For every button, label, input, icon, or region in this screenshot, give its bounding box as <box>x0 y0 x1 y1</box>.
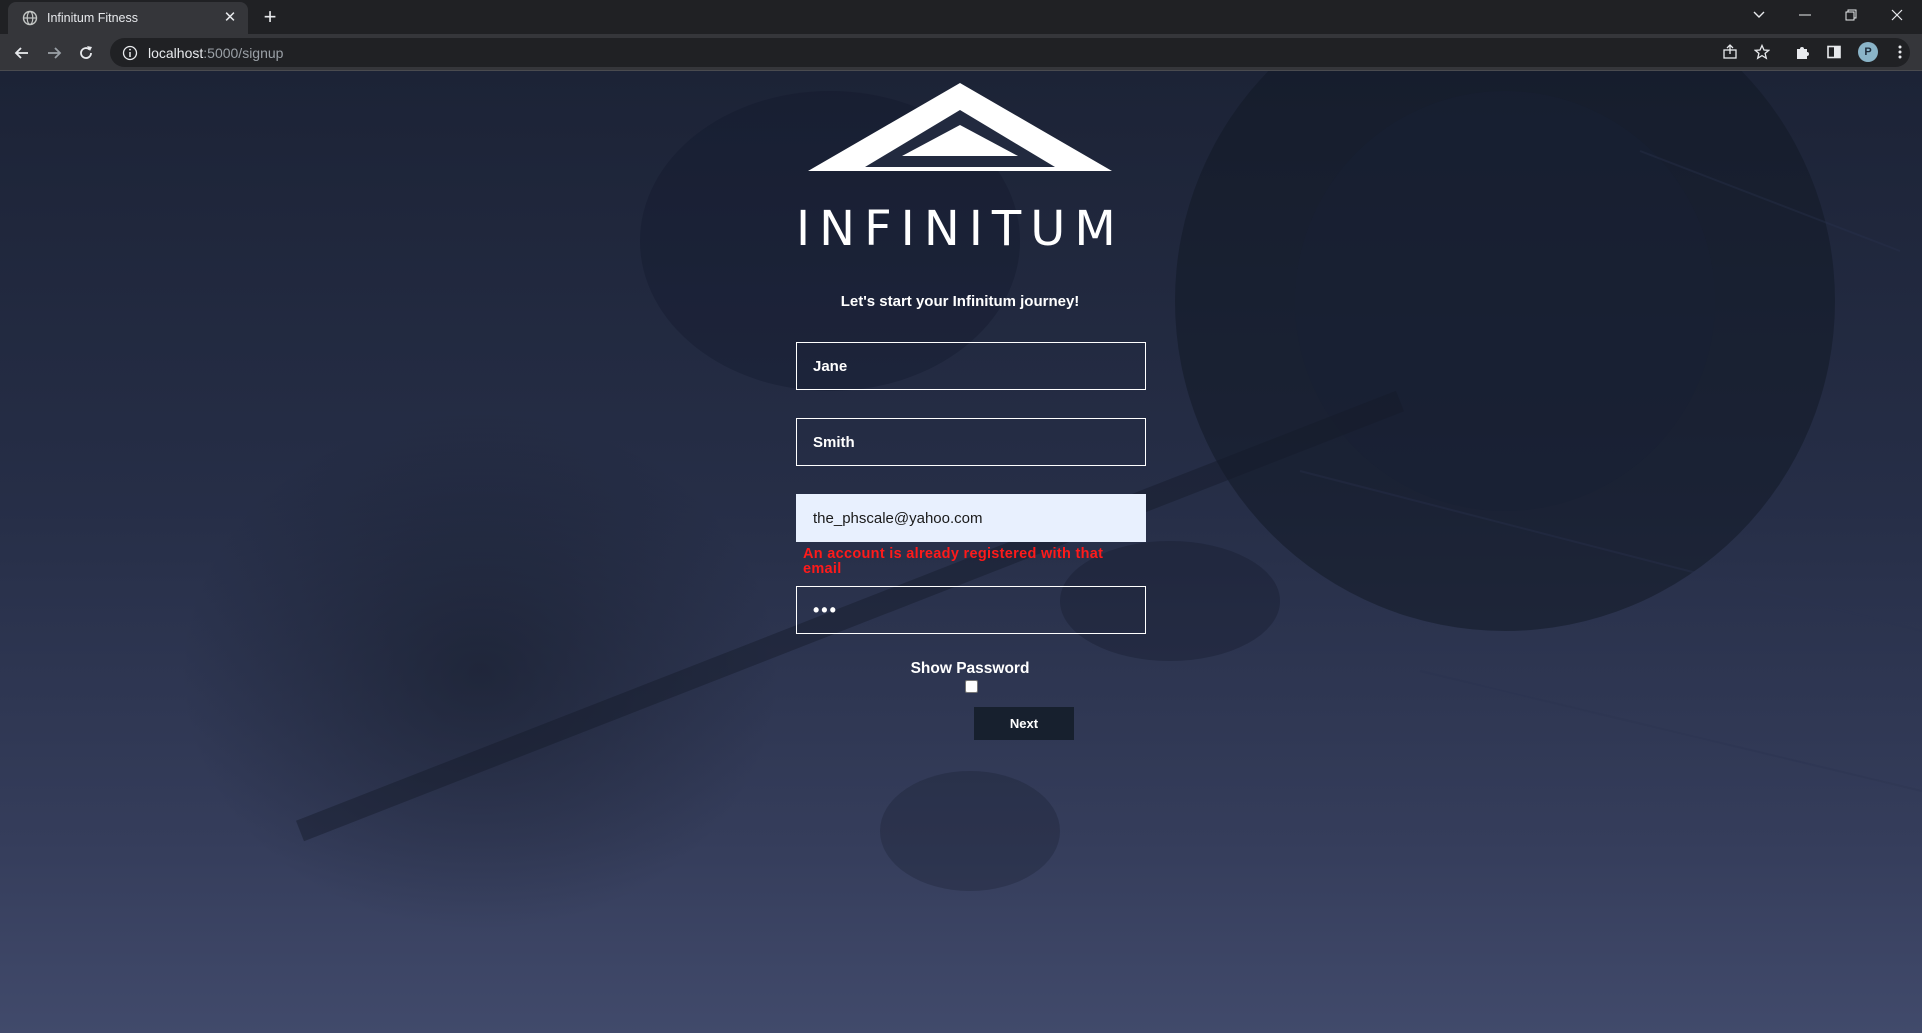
url-host: localhost <box>148 44 204 61</box>
info-icon[interactable] <box>122 45 138 61</box>
logo-triangle-icon <box>808 83 1112 171</box>
minimize-button[interactable] <box>1782 0 1828 30</box>
first-name-field[interactable]: Jane <box>796 342 1146 390</box>
signup-container: INFINITUM Let's start your Infinitum jou… <box>0 71 1922 1033</box>
extensions-icon[interactable] <box>1792 42 1812 62</box>
globe-icon <box>22 10 38 26</box>
forward-button[interactable] <box>40 39 68 67</box>
reload-button[interactable] <box>72 39 100 67</box>
browser-tab-strip: Infinitum Fitness ✕ + <box>0 0 1922 34</box>
close-tab-icon[interactable]: ✕ <box>222 10 238 26</box>
profile-avatar[interactable]: P <box>1858 42 1878 62</box>
signup-tagline: Let's start your Infinitum journey! <box>840 293 1080 310</box>
browser-toolbar: localhost:5000/signup P <box>0 34 1922 71</box>
bookmark-star-icon[interactable] <box>1752 42 1772 62</box>
share-icon[interactable] <box>1720 42 1740 62</box>
password-field[interactable]: ••• <box>796 586 1146 634</box>
tab-search-icon[interactable] <box>1736 0 1782 30</box>
last-name-field[interactable]: Smith <box>796 418 1146 466</box>
arrow-left-icon <box>14 47 28 59</box>
restore-button[interactable] <box>1828 0 1874 30</box>
new-tab-button[interactable]: + <box>258 6 282 30</box>
page-viewport: INFINITUM Let's start your Infinitum jou… <box>0 71 1922 1033</box>
side-panel-icon[interactable] <box>1824 42 1844 62</box>
close-window-button[interactable] <box>1874 0 1920 30</box>
browser-tab[interactable]: Infinitum Fitness ✕ <box>8 2 248 34</box>
tab-title: Infinitum Fitness <box>47 11 139 25</box>
reload-icon <box>80 46 92 59</box>
show-password-checkbox[interactable] <box>965 680 978 693</box>
show-password-label: Show Password <box>910 660 1030 677</box>
next-button[interactable]: Next <box>974 707 1074 740</box>
brand-wordmark: INFINITUM <box>796 201 1125 257</box>
back-button[interactable] <box>8 39 36 67</box>
url-path: :5000/signup <box>203 44 284 61</box>
arrow-right-icon <box>48 47 62 59</box>
menu-kebab-icon[interactable] <box>1890 42 1910 62</box>
address-bar[interactable]: localhost:5000/signup <box>110 38 1910 67</box>
email-field[interactable]: the_phscale@yahoo.com <box>796 494 1146 542</box>
email-error-message: An account is already registered with th… <box>803 546 1104 577</box>
